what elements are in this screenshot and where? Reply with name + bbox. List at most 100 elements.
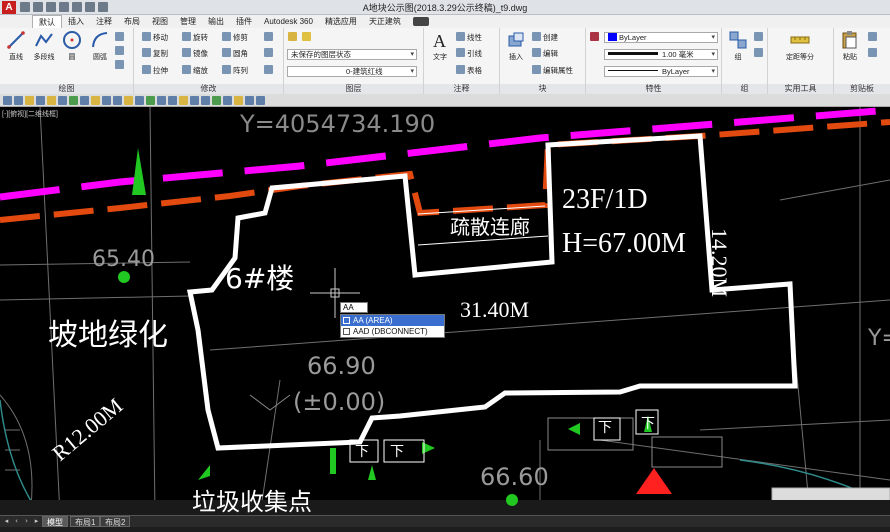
layer-on-icon-button[interactable]: [302, 32, 313, 43]
tool-icon-16[interactable]: [168, 95, 177, 105]
tool-icon-12[interactable]: [124, 95, 133, 105]
measure-tool[interactable]: 定距等分: [776, 30, 824, 62]
circle-tool[interactable]: 圆: [58, 30, 86, 62]
tab-last-icon[interactable]: ▸: [32, 517, 41, 526]
move-button[interactable]: 移动: [142, 32, 168, 43]
insert-block-tool[interactable]: 插入: [502, 30, 530, 62]
tool-icon-22[interactable]: [234, 95, 243, 105]
explode-button[interactable]: [264, 48, 275, 59]
mirror-button[interactable]: 镜像: [182, 48, 208, 59]
color-select[interactable]: ByLayer: [604, 32, 718, 43]
text-tool[interactable]: A 文字: [426, 30, 454, 62]
block-panel-title[interactable]: 块: [500, 84, 585, 94]
modify-panel-title[interactable]: 修改: [134, 84, 283, 94]
tab-layout1[interactable]: 布局1: [70, 516, 101, 527]
tool-icon-6[interactable]: [58, 95, 67, 105]
tool-icon-23[interactable]: [245, 95, 254, 105]
rotate-button[interactable]: 旋转: [182, 32, 208, 43]
layers-panel-title[interactable]: 图层: [284, 84, 423, 94]
tool-icon-14[interactable]: [146, 95, 155, 105]
drawing-canvas[interactable]: Y=4054734.190 65.40 6#楼 23F/1D H=67.00M …: [0, 107, 890, 515]
current-layer-select[interactable]: 0-建筑红线: [287, 66, 417, 77]
erase-button[interactable]: [264, 32, 275, 43]
linetype-select[interactable]: ByLayer: [604, 66, 718, 77]
linear-dim-button[interactable]: 线性: [456, 32, 482, 43]
ribbon-minimize-toggle[interactable]: [412, 17, 429, 26]
tool-icon-11[interactable]: [113, 95, 122, 105]
command-input[interactable]: AA: [340, 302, 368, 313]
tab-autodesk-360[interactable]: Autodesk 360: [258, 15, 319, 28]
ungroup-button[interactable]: [754, 32, 765, 43]
layer-state-select[interactable]: 未保存的图层状态: [287, 49, 417, 60]
tool-icon-4[interactable]: [36, 95, 45, 105]
suggestion-dbconnect[interactable]: AAD (DBCONNECT): [341, 326, 444, 337]
tab-tangent-arch[interactable]: 天正建筑: [363, 15, 407, 28]
draw-panel-title[interactable]: 绘图: [0, 84, 133, 94]
tool-icon-2[interactable]: [14, 95, 23, 105]
tool-icon-18[interactable]: [190, 95, 199, 105]
group-edit-button[interactable]: [754, 48, 765, 59]
annotation-panel-title[interactable]: 注释: [424, 84, 499, 94]
fillet-button[interactable]: 圆角: [222, 48, 248, 59]
boundary-tool[interactable]: [115, 60, 126, 71]
line-tool[interactable]: 直线: [2, 30, 30, 62]
tab-plugins[interactable]: 插件: [230, 15, 258, 28]
tab-layout[interactable]: 布局: [118, 15, 146, 28]
utilities-panel-title[interactable]: 实用工具: [768, 84, 833, 94]
layer-properties-button[interactable]: [288, 32, 299, 43]
table-button[interactable]: 表格: [456, 65, 482, 76]
tool-icon-1[interactable]: [3, 95, 12, 105]
copy-button[interactable]: 复制: [142, 48, 168, 59]
tool-icon-8[interactable]: [80, 95, 89, 105]
tool-icon-3[interactable]: [25, 95, 34, 105]
properties-panel-title[interactable]: 特性: [586, 84, 721, 94]
tool-icon-5[interactable]: [47, 95, 56, 105]
tool-icon-17[interactable]: [179, 95, 188, 105]
edit-attributes-button[interactable]: 编辑属性: [532, 65, 573, 76]
tab-insert[interactable]: 插入: [62, 15, 90, 28]
scale-button[interactable]: 缩放: [182, 65, 208, 76]
tool-icon-19[interactable]: [201, 95, 210, 105]
stretch-button[interactable]: 拉伸: [142, 65, 168, 76]
tab-model[interactable]: 模型: [42, 516, 68, 527]
offset-button[interactable]: [264, 65, 275, 76]
paste-tool[interactable]: 粘贴: [836, 30, 864, 62]
clipboard-panel-title[interactable]: 剪贴板: [834, 84, 890, 94]
tool-icon-10[interactable]: [102, 95, 111, 105]
tab-manage[interactable]: 管理: [174, 15, 202, 28]
tab-layout2[interactable]: 布局2: [100, 516, 131, 527]
rectangle-tool[interactable]: [115, 32, 126, 43]
lineweight-select[interactable]: 1.00 毫米: [604, 49, 718, 60]
viewport-controls[interactable]: [-][俯视][二维线框]: [2, 109, 58, 119]
tool-icon-9[interactable]: [91, 95, 100, 105]
create-block-button[interactable]: 创建: [532, 32, 558, 43]
tab-next-icon[interactable]: ›: [22, 517, 31, 526]
polyline-tool[interactable]: 多段线: [30, 30, 58, 62]
edit-block-button[interactable]: 编辑: [532, 48, 558, 59]
tool-icon-7[interactable]: [69, 95, 78, 105]
trim-button[interactable]: 修剪: [222, 32, 248, 43]
tab-view[interactable]: 视图: [146, 15, 174, 28]
suggestion-area[interactable]: AA (AREA): [341, 315, 444, 326]
tool-icon-13[interactable]: [135, 95, 144, 105]
tool-icon-15[interactable]: [157, 95, 166, 105]
tab-default[interactable]: 默认: [32, 15, 62, 28]
tool-icon-24[interactable]: [256, 95, 265, 105]
tab-first-icon[interactable]: ◂: [2, 517, 11, 526]
tab-annotate[interactable]: 注释: [90, 15, 118, 28]
tool-icon-21[interactable]: [223, 95, 232, 105]
cut-button[interactable]: [868, 32, 879, 43]
match-properties-button[interactable]: [590, 32, 601, 43]
array-button[interactable]: 阵列: [222, 65, 248, 76]
arc-tool[interactable]: 圆弧: [86, 30, 114, 62]
tab-output[interactable]: 输出: [202, 15, 230, 28]
group-panel-title[interactable]: 组: [722, 84, 767, 94]
tab-featured-apps[interactable]: 精选应用: [319, 15, 363, 28]
hatch-tool[interactable]: [115, 46, 126, 57]
tool-icon-20[interactable]: [212, 95, 221, 105]
leader-button[interactable]: 引线: [456, 48, 482, 59]
tab-prev-icon[interactable]: ‹: [12, 517, 21, 526]
copy-clip-button[interactable]: [868, 48, 879, 59]
drawing-svg[interactable]: Y=4054734.190 65.40 6#楼 23F/1D H=67.00M …: [0, 107, 890, 515]
group-tool[interactable]: 组: [724, 30, 752, 62]
